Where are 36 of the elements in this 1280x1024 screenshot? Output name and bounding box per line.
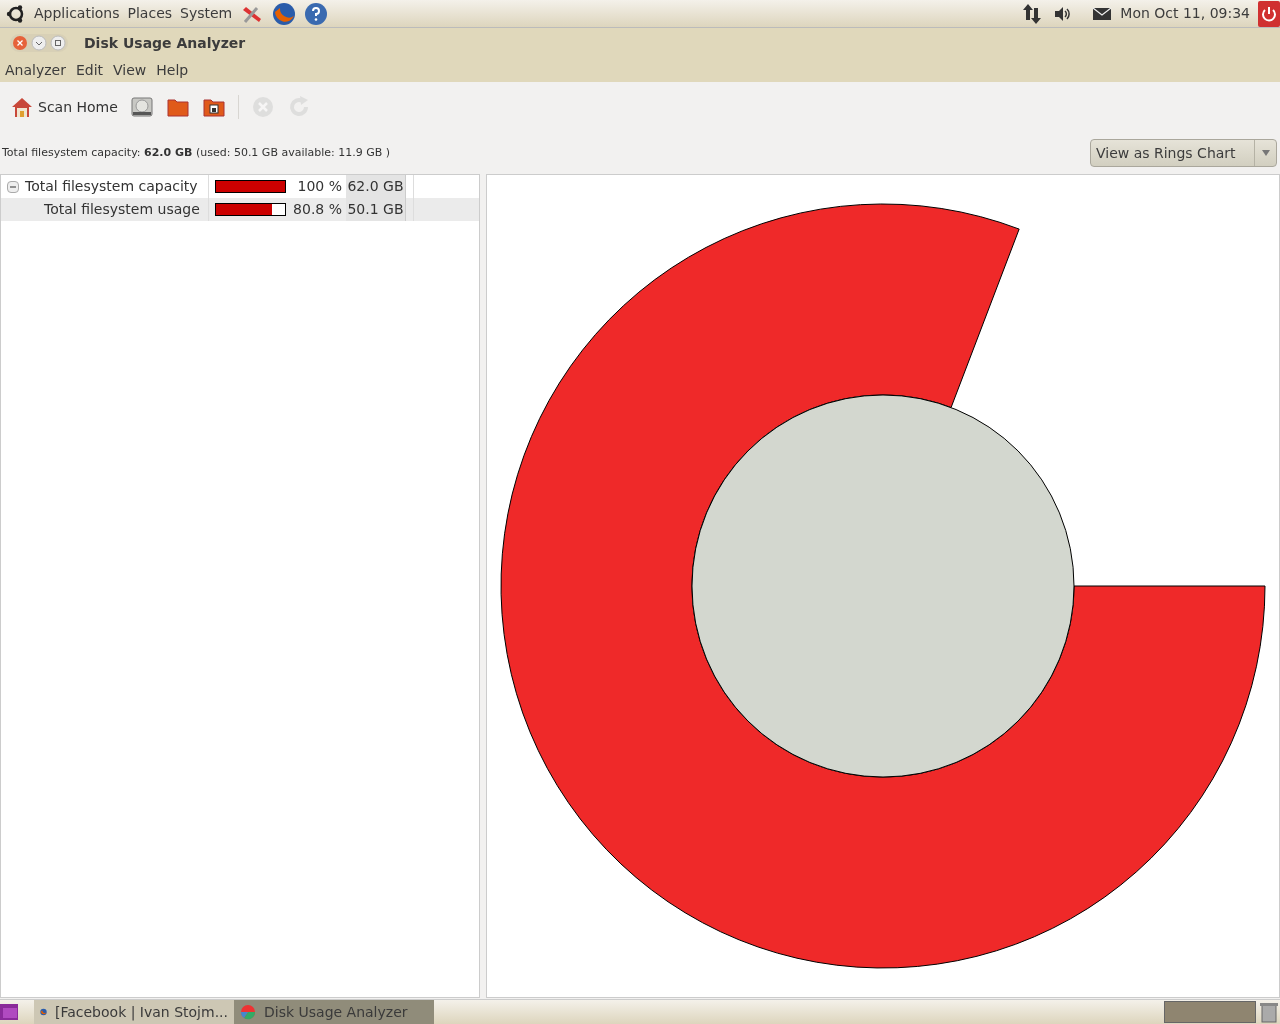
folder-name: Total filesystem usage — [44, 200, 200, 219]
pie-chart-icon — [240, 1004, 256, 1020]
expander-icon[interactable] — [7, 180, 19, 193]
menu-item[interactable]: View — [113, 59, 147, 81]
firefox-icon[interactable] — [272, 1, 297, 26]
scan-home-button[interactable]: Scan Home — [10, 95, 118, 119]
summary-text: Total filesystem capacity: 62.0 GB (used: 50.1 GB available: 11.9 GB ) — [2, 144, 391, 161]
mail-icon[interactable] — [1092, 5, 1113, 22]
panel-menu[interactable]: Applications — [34, 3, 120, 24]
show-desktop-icon[interactable] — [0, 1003, 18, 1021]
panel-menu[interactable]: System — [180, 3, 233, 24]
percent-text: 80.8 % — [292, 200, 343, 219]
menu-item[interactable]: Analyzer — [5, 59, 66, 81]
minimize-icon[interactable] — [31, 35, 47, 51]
window-title: Disk Usage Analyzer — [84, 33, 246, 53]
close-icon[interactable] — [12, 35, 28, 51]
hard-disk-button[interactable] — [129, 95, 154, 119]
ubuntu-logo-icon[interactable] — [6, 3, 26, 24]
clock-text[interactable]: Mon Oct 11, 09:34 — [1120, 3, 1250, 24]
view-dropdown[interactable]: View as Rings Chart — [1090, 139, 1277, 167]
folder-name: Total filesystem capacity — [25, 177, 198, 196]
menu-item[interactable]: Help — [156, 59, 189, 81]
menu-item[interactable]: Edit — [75, 59, 104, 81]
maximize-icon[interactable] — [50, 35, 66, 51]
tree-row[interactable]: Total filesystem usage 80.8 % 50.1 GB — [1, 198, 479, 221]
percent-text: 100 % — [296, 177, 343, 196]
panel-menu[interactable]: Places — [127, 3, 173, 24]
size-text: 50.1 GB — [347, 200, 404, 219]
dropdown-arrow-icon — [1261, 150, 1270, 156]
power-icon[interactable] — [1258, 0, 1280, 27]
taskbar-button[interactable]: [Facebook | Ivan Stojm... — [34, 1000, 234, 1024]
help-icon[interactable] — [304, 1, 329, 26]
size-text: 62.0 GB — [347, 177, 404, 196]
trash-icon[interactable] — [1260, 1001, 1278, 1023]
workspace-switcher[interactable] — [1164, 1001, 1256, 1023]
center-circle[interactable] — [691, 394, 1075, 778]
